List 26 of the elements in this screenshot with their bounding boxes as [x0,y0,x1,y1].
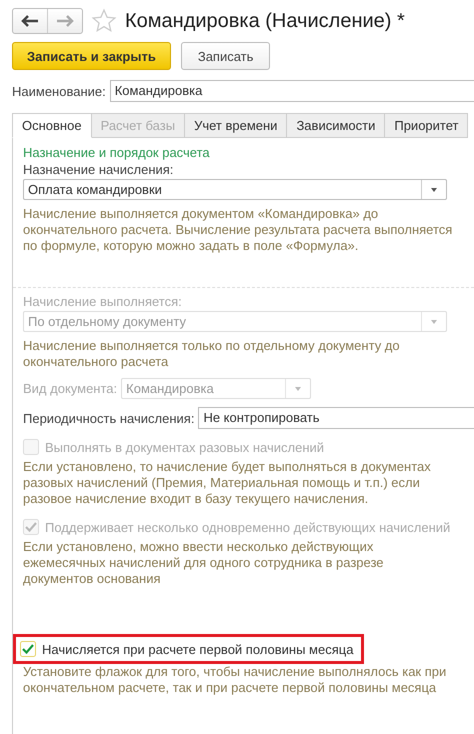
tab[interactable]: Приоритет [385,113,468,138]
hint-text: Установите флажок для того, чтобы начисление выполнялось как при окончательном расчете, так и при расчете первой половины месяца [23,664,448,696]
save-button[interactable]: Записать и закрыть [12,42,171,70]
checkbox-label: Поддерживает несколько одновременно действующих начислений [45,520,450,534]
name-label: Наименование: [12,84,106,98]
tab[interactable]: Основное [12,113,92,138]
tab[interactable]: Учет времени [185,113,288,138]
tab[interactable]: Зависимости [287,113,386,138]
hint-text: Начисление выполняется только по отдельному документу до окончательного расчета [23,338,401,370]
hint-text: Если установлено, можно ввести несколько действующих ежемесячных начислений для одного сотрудника в разрезе документов основания [23,539,385,587]
star-icon[interactable] [91,8,117,34]
name-field[interactable]: Командировка [110,80,474,102]
hint-text: Если установлено, то начисление будет выполняться в документах разовых начислений (Премия, Материальная помощь и т.п.) если разовое начисление входит в базу текущего начисления. [23,459,432,507]
field-label: Вид документа: [23,381,118,396]
field-label: Назначение начисления: [23,162,174,177]
field-label: Начисление выполняется: [23,294,183,309]
checkbox-label: Выполнять в документах разовых начислений [45,440,324,454]
section-title: Назначение и порядок расчета [23,145,211,160]
hint-text: Начисление выполняется документом «Командировка» до окончательного расчета. Вычисление результата расчета выполняется по формуле, которую можно задать в поле «Формула». [23,206,453,254]
save-button[interactable]: Записать [180,42,270,70]
checkbox[interactable] [20,641,36,657]
field-label: Периодичность начисления: [23,410,194,426]
dropdown-field[interactable]: Оплата командировки [23,179,447,200]
checkbox-label: Начисляется при расчете первой половины месяца [42,642,354,656]
periodicity-field[interactable]: Не контропировать [198,407,474,429]
window-title: Командировка (Начисление) * [125,10,405,32]
